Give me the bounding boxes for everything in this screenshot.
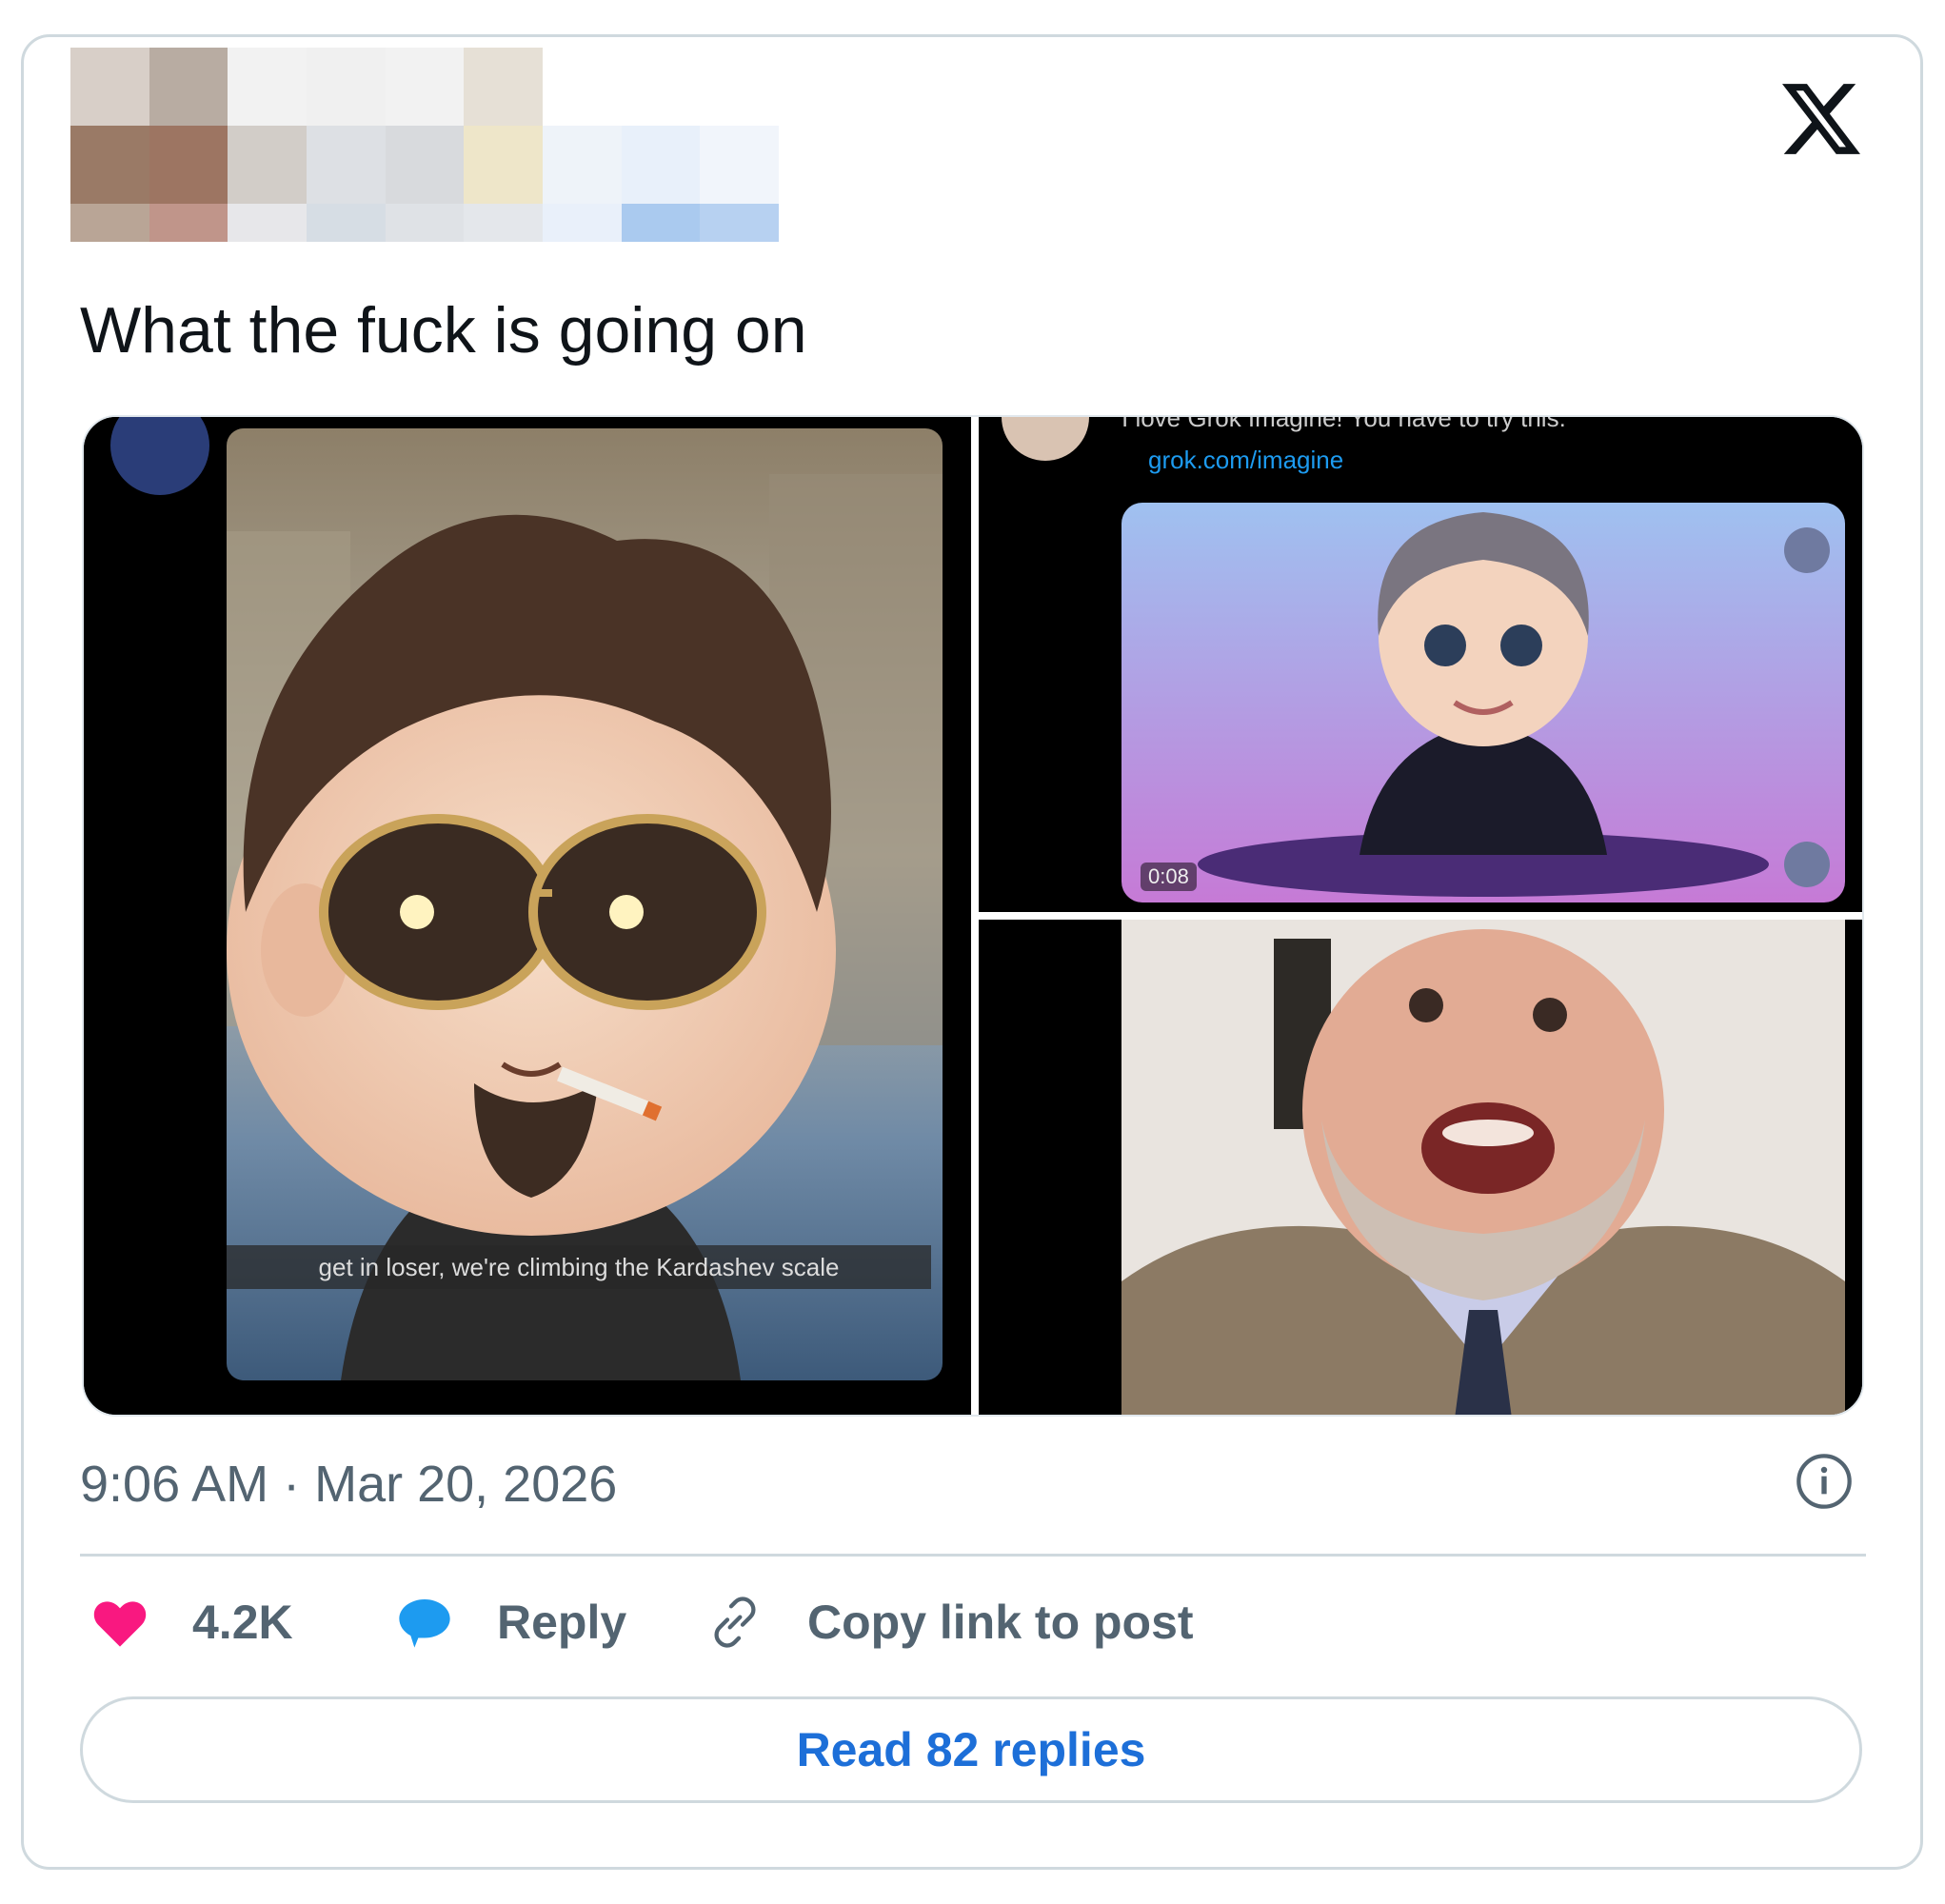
media-image-baby-face[interactable] — [979, 920, 1862, 1415]
x-logo-icon[interactable] — [1782, 80, 1860, 158]
like-count: 4.2K — [192, 1596, 293, 1649]
media-grid[interactable]: get in loser, we're climbing the Kardash… — [82, 415, 1864, 1417]
link-icon — [714, 1597, 756, 1648]
baby-face-photo — [1121, 920, 1845, 1415]
media-divider-horizontal — [979, 912, 1862, 920]
copy-link-label: Copy link to post — [807, 1596, 1194, 1649]
media-image-chibi-avatar[interactable]: get in loser, we're climbing the Kardash… — [84, 417, 971, 1415]
video-duration: 0:08 — [1141, 863, 1197, 891]
info-icon[interactable] — [1794, 1451, 1855, 1512]
speech-bubble-icon — [399, 1599, 450, 1648]
heart-icon — [93, 1601, 147, 1647]
image-caption: get in loser, we're climbing the Kardash… — [227, 1245, 931, 1289]
read-replies-button[interactable]: Read 82 replies — [80, 1696, 1862, 1803]
media-divider-vertical — [971, 417, 979, 1415]
copy-link-button[interactable]: Copy link to post — [705, 1592, 1194, 1653]
like-button[interactable]: 4.2K — [89, 1592, 293, 1653]
divider — [80, 1554, 1866, 1557]
grok-video-thumbnail — [1002, 417, 1845, 902]
read-replies-label: Read 82 replies — [796, 1723, 1146, 1776]
reply-button[interactable]: Reply — [394, 1592, 626, 1653]
post-text: What the fuck is going on — [80, 294, 807, 367]
media-image-grok-post[interactable]: I love Grok Imagine! You have to try thi… — [979, 417, 1862, 912]
reply-label: Reply — [497, 1596, 627, 1649]
post-timestamp[interactable]: 9:06 AM · Mar 20, 2026 — [80, 1455, 617, 1514]
redacted-author-avatar[interactable] — [70, 48, 779, 246]
